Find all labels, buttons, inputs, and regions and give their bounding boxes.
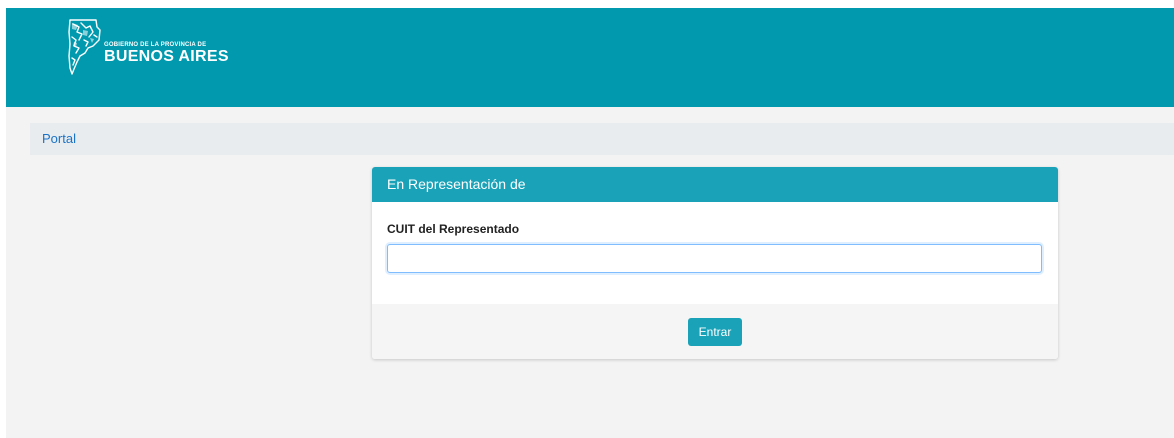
breadcrumb-item-portal[interactable]: Portal xyxy=(42,131,76,146)
breadcrumb: Portal xyxy=(30,123,1174,155)
cuit-input[interactable] xyxy=(387,244,1042,273)
card-body: CUIT del Representado xyxy=(372,202,1058,304)
province-map-icon xyxy=(68,19,101,75)
entrar-button[interactable]: Entrar xyxy=(687,317,743,346)
card-title: En Representación de xyxy=(372,167,1058,202)
cuit-field-label: CUIT del Representado xyxy=(387,222,520,236)
logo[interactable]: GOBIERNO DE LA PROVINCIA DE BUENOS AIRES xyxy=(66,18,229,76)
site-header: GOBIERNO DE LA PROVINCIA DE BUENOS AIRES xyxy=(6,8,1174,107)
logo-title: BUENOS AIRES xyxy=(104,48,229,65)
logo-text: GOBIERNO DE LA PROVINCIA DE BUENOS AIRES xyxy=(104,42,229,65)
representation-card: En Representación de CUIT del Representa… xyxy=(372,167,1058,359)
card-footer: Entrar xyxy=(372,304,1058,359)
